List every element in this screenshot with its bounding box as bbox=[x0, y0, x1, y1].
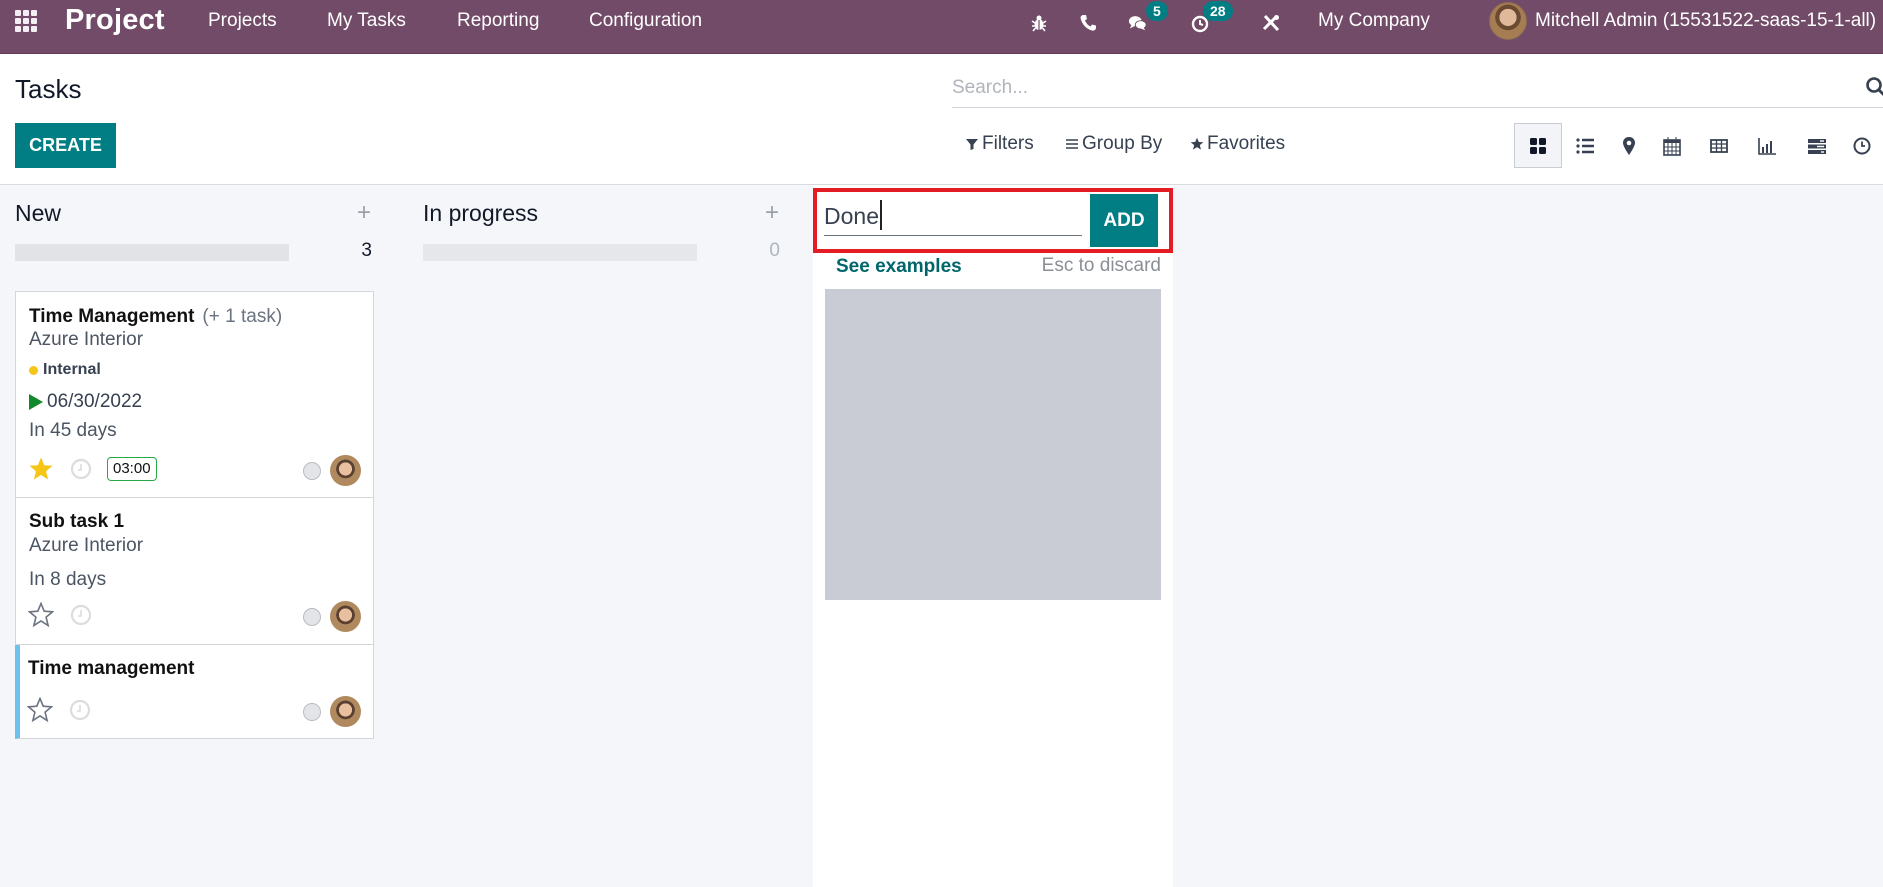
calendar-icon bbox=[1663, 136, 1681, 156]
star-outline-icon[interactable] bbox=[27, 697, 53, 723]
column-progress-bar[interactable] bbox=[423, 244, 697, 261]
card-title: Time Management (+ 1 task) bbox=[29, 306, 282, 328]
phone-icon[interactable] bbox=[1074, 8, 1102, 36]
favorites-label: Favorites bbox=[1207, 133, 1286, 154]
activity-clock-icon[interactable] bbox=[70, 604, 92, 626]
view-activity-button[interactable] bbox=[1838, 123, 1883, 168]
star-outline-icon[interactable] bbox=[28, 602, 54, 628]
kanban-state-icon[interactable] bbox=[303, 462, 321, 480]
placeholder-card bbox=[825, 289, 1161, 393]
list-view-icon bbox=[1576, 137, 1594, 154]
view-graph-button[interactable] bbox=[1743, 123, 1791, 168]
quick-create-column: ADD See examples Esc to discard bbox=[813, 185, 1173, 887]
tag-label: Internal bbox=[43, 361, 101, 378]
placeholder-card bbox=[825, 496, 1161, 600]
assignee-avatar[interactable] bbox=[330, 601, 361, 632]
kanban-card[interactable]: Time management bbox=[15, 645, 374, 739]
kanban-board: New + 3 Time Management (+ 1 task) Azure … bbox=[0, 185, 1883, 887]
menu-configuration[interactable]: Configuration bbox=[589, 10, 702, 32]
card-relative-date: In 45 days bbox=[29, 420, 117, 441]
view-list-button[interactable] bbox=[1561, 123, 1609, 168]
app-brand[interactable]: Project bbox=[65, 4, 165, 37]
card-customer: Azure Interior bbox=[29, 535, 144, 556]
column-count: 0 bbox=[769, 240, 780, 261]
control-panel: Tasks CREATE Filters Group By Favorites bbox=[0, 54, 1883, 185]
add-column-button[interactable]: ADD bbox=[1090, 194, 1158, 247]
view-calendar-button[interactable] bbox=[1648, 123, 1696, 168]
card-title: Time management bbox=[28, 658, 195, 679]
top-navbar: Project Projects My Tasks Reporting Conf… bbox=[0, 0, 1883, 54]
see-examples-link[interactable]: See examples bbox=[836, 256, 962, 278]
column-quick-add-icon[interactable]: + bbox=[762, 199, 782, 227]
tools-icon[interactable] bbox=[1257, 8, 1285, 36]
group-by-icon bbox=[1066, 139, 1078, 149]
activity-clock-icon[interactable] bbox=[69, 699, 91, 721]
company-switcher[interactable]: My Company bbox=[1318, 10, 1430, 32]
assignee-avatar[interactable] bbox=[330, 455, 361, 486]
star-icon bbox=[1190, 137, 1204, 150]
column-name-input[interactable] bbox=[824, 195, 1082, 236]
star-filled-icon[interactable] bbox=[28, 456, 54, 482]
kanban-state-icon[interactable] bbox=[303, 608, 321, 626]
view-kanban-button[interactable] bbox=[1514, 123, 1562, 168]
filters-label: Filters bbox=[982, 133, 1034, 154]
kanban-view-icon bbox=[1530, 137, 1546, 154]
bug-icon[interactable] bbox=[1025, 8, 1053, 36]
bar-chart-icon bbox=[1758, 137, 1776, 155]
column-title[interactable]: In progress bbox=[423, 200, 538, 227]
card-title-text: Time Management bbox=[29, 306, 195, 327]
card-tag: Internal bbox=[29, 361, 101, 379]
text-cursor bbox=[880, 200, 882, 230]
column-title[interactable]: New bbox=[15, 200, 61, 227]
filter-icon bbox=[966, 139, 978, 150]
menu-my-tasks[interactable]: My Tasks bbox=[327, 10, 406, 32]
messages-count-badge: 5 bbox=[1146, 1, 1168, 21]
kanban-card[interactable]: Time Management (+ 1 task) Azure Interior… bbox=[15, 291, 374, 498]
table-grid-icon bbox=[1710, 138, 1728, 153]
column-count: 3 bbox=[361, 240, 372, 261]
card-deadline: 06/30/2022 bbox=[29, 391, 142, 413]
menu-projects[interactable]: Projects bbox=[208, 10, 277, 32]
group-by-label: Group By bbox=[1082, 133, 1163, 154]
tag-color-dot bbox=[29, 365, 38, 375]
group-by-button[interactable]: Group By bbox=[1065, 133, 1162, 155]
subtask-count[interactable]: (+ 1 task) bbox=[202, 306, 282, 327]
kanban-card[interactable]: Sub task 1 Azure Interior In 8 days bbox=[15, 498, 374, 645]
activity-clock-icon[interactable] bbox=[70, 458, 92, 480]
card-customer: Azure Interior bbox=[29, 329, 144, 350]
search-input[interactable] bbox=[952, 74, 1852, 102]
esc-discard-hint: Esc to discard bbox=[1041, 255, 1161, 276]
map-pin-icon bbox=[1623, 136, 1635, 155]
page-title: Tasks bbox=[15, 74, 82, 104]
column-progress-bar[interactable] bbox=[15, 244, 289, 261]
placeholder-card bbox=[825, 393, 1161, 497]
filters-button[interactable]: Filters bbox=[965, 133, 1034, 155]
search-icon[interactable] bbox=[1865, 76, 1883, 98]
view-gantt-button[interactable] bbox=[1793, 123, 1841, 168]
favorites-button[interactable]: Favorites bbox=[1190, 133, 1285, 155]
kanban-state-icon[interactable] bbox=[303, 703, 321, 721]
activities-count-badge: 28 bbox=[1203, 1, 1233, 21]
play-arrow-icon bbox=[29, 394, 43, 410]
deadline-date: 06/30/2022 bbox=[47, 391, 143, 412]
search-bar bbox=[952, 68, 1883, 108]
create-button[interactable]: CREATE bbox=[15, 123, 116, 168]
card-relative-date: In 8 days bbox=[29, 569, 107, 590]
gantt-icon bbox=[1808, 138, 1826, 154]
column-quick-add-icon[interactable]: + bbox=[354, 199, 374, 227]
app-menu-grid-icon[interactable] bbox=[15, 10, 41, 32]
view-map-button[interactable] bbox=[1605, 123, 1653, 168]
activity-clock-icon bbox=[1853, 137, 1871, 154]
menu-reporting[interactable]: Reporting bbox=[457, 10, 539, 32]
assignee-avatar[interactable] bbox=[330, 696, 361, 727]
planned-hours-badge: 03:00 bbox=[107, 457, 157, 481]
card-title: Sub task 1 bbox=[29, 511, 125, 532]
view-pivot-button[interactable] bbox=[1695, 123, 1743, 168]
user-menu[interactable]: Mitchell Admin (15531522-saas-15-1-all) bbox=[1535, 10, 1876, 32]
user-avatar[interactable] bbox=[1489, 2, 1527, 40]
